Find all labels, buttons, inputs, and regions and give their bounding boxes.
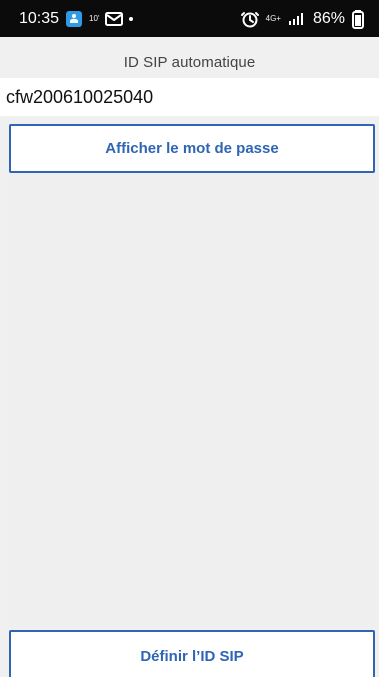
page-title: ID SIP automatique xyxy=(123,54,256,71)
alarm-icon xyxy=(240,10,260,28)
show-password-button[interactable]: Afficher le mot de passe xyxy=(9,124,375,173)
status-left: 10:35 10' xyxy=(19,9,134,29)
signal-icon xyxy=(287,12,307,26)
battery-percent: 86% xyxy=(312,10,345,27)
sip-id-field[interactable] xyxy=(0,78,379,116)
define-sip-id-button[interactable]: Définir l’ID SIP xyxy=(9,630,375,677)
sip-id-input[interactable] xyxy=(0,78,379,116)
status-mini-text: 10' xyxy=(89,14,100,23)
content-area xyxy=(9,173,375,627)
battery-icon xyxy=(351,9,365,29)
app-notification-icon xyxy=(65,10,83,28)
status-right: 4G+ 86% xyxy=(240,9,365,29)
network-label: 4G+ xyxy=(265,14,281,23)
app-frame: 10:35 10' 4G+ 86% ID SIP automatique cfw… xyxy=(0,0,379,677)
status-bar: 10:35 10' 4G+ 86% xyxy=(0,0,379,37)
status-time: 10:35 xyxy=(19,10,60,27)
notification-dot-icon xyxy=(129,17,134,21)
mail-icon xyxy=(105,12,124,26)
